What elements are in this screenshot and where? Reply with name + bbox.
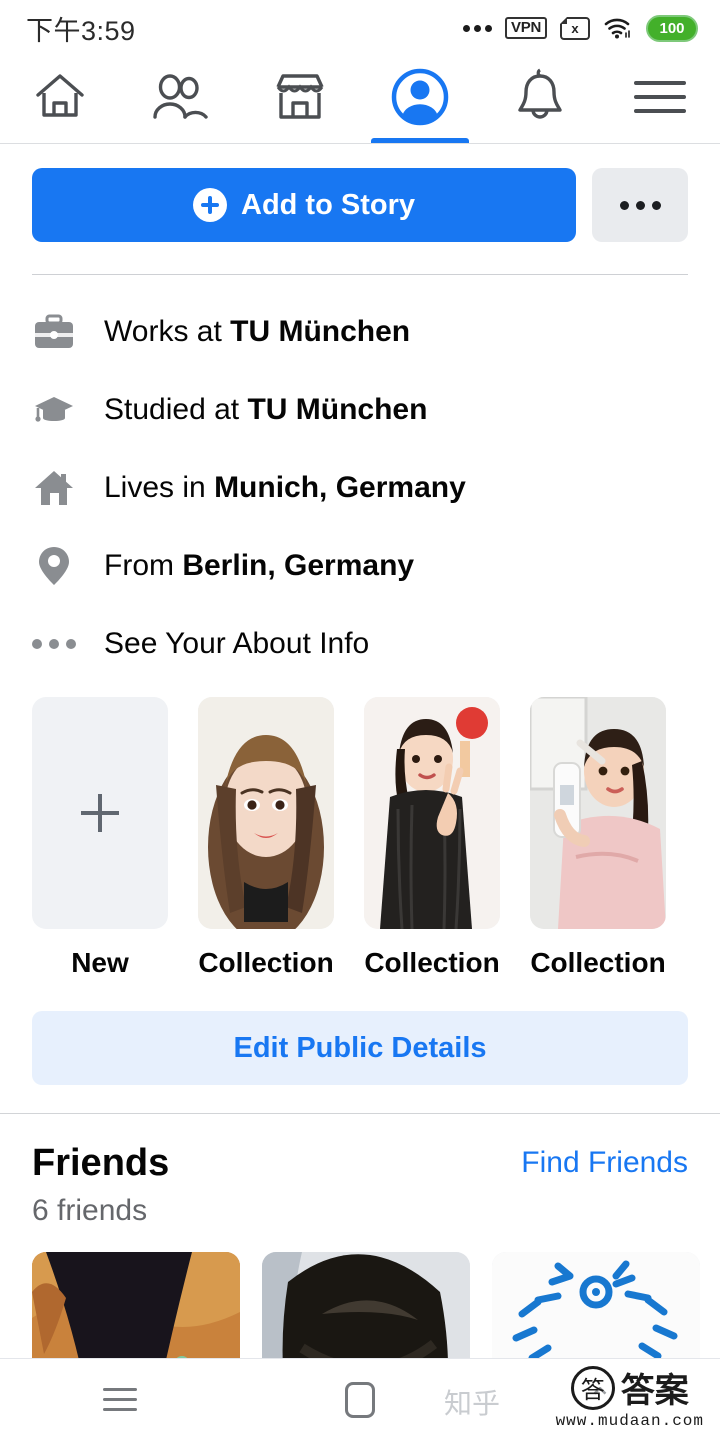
see-about-info-row[interactable]: See Your About Info [32,605,688,683]
story-collection-1[interactable]: Collection [198,697,334,979]
bell-icon [512,68,568,131]
battery-icon: 100 [646,14,698,42]
about-value: TU München [230,315,411,348]
location-pin-icon [32,545,76,587]
edit-details-wrapper: Edit Public Details [0,979,720,1085]
about-row-lives[interactable]: Lives in Munich, Germany [32,449,688,527]
story-label: Collection [530,947,666,978]
nav-item-menu[interactable] [600,56,720,143]
story-new-card[interactable] [32,697,168,929]
about-value: TU München [247,393,428,426]
add-to-story-label: Add to Story [241,188,415,221]
story-photo-3 [530,697,666,929]
ellipsis-icon [619,200,629,210]
see-about-info-label: See Your About Info [104,627,370,660]
story-collection-3[interactable]: Collection [530,697,666,979]
nav-item-home[interactable] [0,56,120,143]
story-collection-card[interactable] [530,697,666,929]
story-collection-card[interactable] [198,697,334,929]
home-icon [30,69,90,130]
story-label: Collection [198,947,334,978]
profile-icon [389,66,451,133]
vpn-icon: VPN [505,16,547,40]
menu-lines-icon [103,1388,137,1411]
about-row-studied[interactable]: Studied at TU München [32,371,688,449]
about-row-from[interactable]: From Berlin, Germany [32,527,688,605]
plus-icon [81,794,119,832]
about-section: Works at TU München Studied at TU Münche… [0,275,720,683]
square-icon [345,1381,375,1418]
story-collections: New Collection Collection Collection [0,683,720,979]
edit-public-details-button[interactable]: Edit Public Details [32,1011,688,1085]
logo-url: www.mudaan.com [555,1412,704,1430]
about-prefix: From [104,549,183,582]
graduation-cap-icon [32,391,76,429]
top-navigation [0,56,720,144]
home-filled-icon [32,468,76,508]
about-row-works[interactable]: Works at TU München [32,293,688,371]
status-time: 下午3:59 [26,15,136,46]
zhihu-watermark: 知乎 [444,1387,501,1420]
profile-more-button[interactable] [592,168,688,242]
about-value: Berlin, Germany [182,549,415,582]
friends-title: Friends [32,1142,170,1184]
nav-item-notifications[interactable] [480,56,600,143]
hamburger-icon [630,74,690,125]
logo-text: 答案 [620,1371,689,1411]
logo-mark-icon: 答 [570,1365,615,1410]
sys-recents-button[interactable] [0,1388,240,1411]
more-dots-icon [463,24,493,32]
story-label: New [71,947,129,978]
wifi-icon [603,16,633,40]
friends-count: 6 friends [32,1193,148,1227]
friends-icon [148,69,212,130]
plus-circle-icon [193,188,227,222]
sim-disabled-icon: x [560,16,590,40]
nav-item-profile[interactable] [360,56,480,143]
marketplace-icon [269,69,331,130]
story-new[interactable]: New [32,697,168,979]
status-icons: VPN x 100 [463,14,698,42]
site-watermark: 答 答案 www.mudaan.com [556,1363,704,1430]
add-to-story-button[interactable]: Add to Story [32,168,576,242]
system-navigation-bar: ⌃ 知乎 答 答案 www.mudaan.com [0,1358,720,1440]
story-collection-2[interactable]: Collection [364,697,500,979]
svg-text:x: x [571,21,579,36]
about-prefix: Works at [104,315,231,348]
status-bar: 下午3:59 VPN x 100 [0,0,720,56]
briefcase-icon [32,313,76,351]
about-value: Munich, Germany [214,471,466,504]
friends-header: Friends 6 friends Find Friends [0,1114,720,1228]
story-collection-card[interactable] [364,697,500,929]
find-friends-link[interactable]: Find Friends [521,1140,688,1180]
active-tab-indicator [371,138,469,143]
story-photo-1 [198,697,334,929]
about-prefix: Lives in [104,471,215,504]
story-label: Collection [364,947,500,978]
ellipsis-icon [32,639,76,649]
story-photo-2 [364,697,500,929]
nav-item-friends[interactable] [120,56,240,143]
friends-heading-group: Friends 6 friends [32,1140,169,1228]
profile-actions: Add to Story [0,144,720,242]
nav-item-marketplace[interactable] [240,56,360,143]
about-prefix: Studied at [104,393,248,426]
